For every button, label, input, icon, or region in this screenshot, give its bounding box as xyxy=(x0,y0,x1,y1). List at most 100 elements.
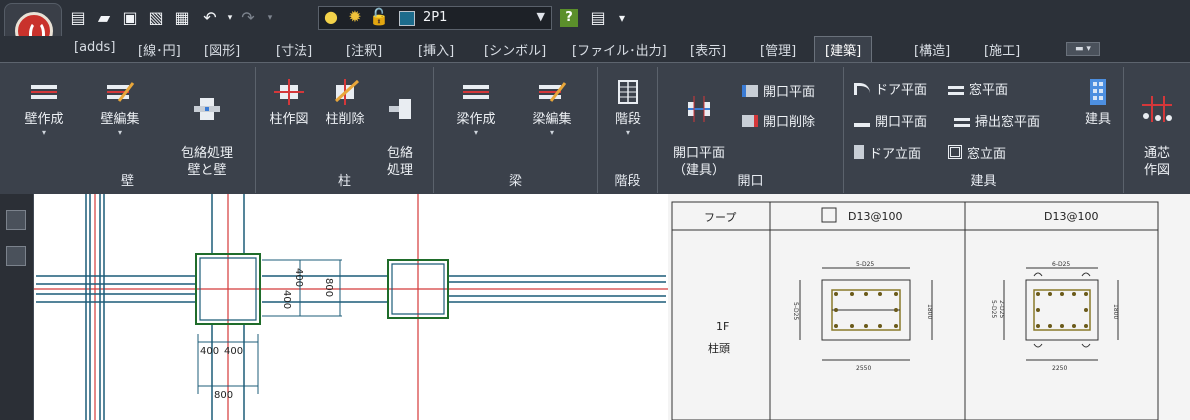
door-plan-button[interactable]: ドア平面 xyxy=(854,79,927,98)
column-envelope-icon xyxy=(385,96,415,122)
rebar-side-label-2: 5-D25 xyxy=(990,300,997,318)
group-grid: 通芯 作図 xyxy=(1124,67,1190,193)
group-column-label: 柱 xyxy=(337,174,351,189)
opening-plan-small-button[interactable]: 開口平面 xyxy=(742,81,815,100)
save-as-icon[interactable]: ▧ xyxy=(146,8,166,28)
door-elevation-button[interactable]: ドア立面 xyxy=(854,143,921,162)
grid-line-draw-button[interactable]: 通芯 作図 xyxy=(1132,79,1182,179)
lightbulb-icon[interactable]: ● xyxy=(321,7,341,27)
wall-create-label: 壁作成 xyxy=(24,112,64,127)
beam-create-label: 梁作成 xyxy=(456,112,496,127)
grid-line-draw-label: 通芯 作図 xyxy=(1143,146,1170,178)
tab-view[interactable]: [表示] xyxy=(690,40,726,59)
group-opening-label: 開口 xyxy=(737,174,764,189)
fitting-label: 建具 xyxy=(1084,112,1111,127)
window-elevation-button[interactable]: 窓立面 xyxy=(948,143,1006,162)
tab-shape[interactable]: [図形] xyxy=(204,40,240,59)
hoop-value-2: D13@100 xyxy=(1044,210,1098,223)
tab-insert[interactable]: [挿入] xyxy=(418,40,454,59)
tab-symbol[interactable]: [シンボル] xyxy=(484,40,546,59)
redo-icon: ↷ xyxy=(241,8,255,27)
layer-selector[interactable]: ● ✹ 🔓 2P1 ▼ xyxy=(318,6,552,30)
dim-400-a: 400 xyxy=(281,290,292,309)
undo-icon[interactable]: ↶ xyxy=(200,8,220,28)
rebar-top-label-2: 6-D25 xyxy=(1052,261,1070,268)
save-icon[interactable]: ▣ xyxy=(120,8,140,28)
envelope-icon xyxy=(192,96,222,122)
door-plan-icon xyxy=(854,83,870,95)
building-icon xyxy=(1083,79,1113,105)
column-delete-button[interactable]: 柱削除 xyxy=(318,79,372,128)
tab-file-output[interactable]: [ファイル･出力] xyxy=(572,40,667,59)
opening-delete-button[interactable]: 開口削除 xyxy=(742,111,815,130)
opening-plan-small-label: 開口平面 xyxy=(763,85,816,100)
tab-line-circle[interactable]: [線･円] xyxy=(138,40,181,59)
beam-edit-button[interactable]: 梁編集 ▾ xyxy=(520,79,584,138)
dim-800-h: 800 xyxy=(214,390,233,401)
width-label-2: 2250 xyxy=(1052,365,1067,372)
group-opening: 開口平面 （建具） 開口平面 開口削除 開口 xyxy=(658,67,844,193)
layer-color-swatch xyxy=(399,11,415,26)
rebar-side-label-2b: 2-D25 xyxy=(998,300,1005,318)
stairs-label: 階段 xyxy=(614,112,641,127)
tab-architecture[interactable]: [建築] xyxy=(814,36,873,64)
wall-envelope-button[interactable]: 包絡処理 壁と壁 xyxy=(164,79,250,179)
door-elevation-label: ドア立面 xyxy=(869,147,922,162)
tab-annotation[interactable]: [注釈] xyxy=(346,40,382,59)
hoop-header: フープ xyxy=(704,211,736,224)
print-icon[interactable]: ▦ xyxy=(172,8,192,28)
rebar-side-label-1: 5-D25 xyxy=(792,302,799,320)
tab-construction[interactable]: [施工] xyxy=(984,40,1020,59)
floor-label: 1F xyxy=(716,320,729,333)
tab-dimension[interactable]: [寸法] xyxy=(276,40,312,59)
ribbon-tabs: [adds] [線･円] [図形] [寸法] [注釈] [挿入] [シンボル] … xyxy=(0,36,1190,64)
ribbon-panel: 壁作成 ▾ 壁編集 ▾ 包絡処理 壁と壁 壁 柱作図 柱削除 包絡 処理 柱 梁… xyxy=(0,62,1190,194)
customize-icon[interactable]: ▾ xyxy=(612,8,632,28)
opening-plan-button[interactable]: 開口平面 （建具） xyxy=(664,79,734,179)
open-folder-icon[interactable]: ▰ xyxy=(94,8,114,28)
opening-plan-icon xyxy=(684,96,714,122)
stairs-button[interactable]: 階段 ▾ xyxy=(604,79,652,138)
stairs-icon xyxy=(613,79,643,105)
new-file-icon[interactable]: ▤ xyxy=(68,8,88,28)
window-plan-button[interactable]: 窓平面 xyxy=(948,79,1008,98)
beam-create-button[interactable]: 梁作成 ▾ xyxy=(444,79,508,138)
window-plan-icon xyxy=(948,86,964,95)
help-icon[interactable]: ? xyxy=(560,9,578,27)
wall-edit-button[interactable]: 壁編集 ▾ xyxy=(88,79,152,138)
group-wall: 壁作成 ▾ 壁編集 ▾ 包絡処理 壁と壁 壁 xyxy=(0,67,256,193)
tab-adds[interactable]: [adds] xyxy=(74,40,115,55)
beam-edit-icon xyxy=(537,79,567,105)
group-stairs: 階段 ▾ 階段 xyxy=(598,67,658,193)
dropdown-arrow-icon[interactable]: ▾ xyxy=(220,8,240,28)
tab-structure[interactable]: [構造] xyxy=(914,40,950,59)
tab-manage[interactable]: [管理] xyxy=(760,40,796,59)
lock-icon[interactable]: 🔓 xyxy=(369,7,389,27)
sweep-window-plan-label: 掃出窓平面 xyxy=(975,115,1041,130)
rebar-top-label-1: 5-D25 xyxy=(856,261,874,268)
fitting-button[interactable]: 建具 xyxy=(1076,79,1120,128)
column-draw-button[interactable]: 柱作図 xyxy=(262,79,316,128)
opening-plan-icon xyxy=(742,85,758,97)
opening-delete-label: 開口削除 xyxy=(763,115,816,130)
wall-create-button[interactable]: 壁作成 ▾ xyxy=(12,79,76,138)
door-elevation-icon xyxy=(854,145,864,159)
sweep-window-plan-button[interactable]: 掃出窓平面 xyxy=(954,111,1040,130)
chevron-down-icon[interactable]: ▼ xyxy=(537,10,545,23)
dim-400-b: 400 xyxy=(293,268,304,287)
wall-edit-icon xyxy=(105,79,135,105)
column-draw-label: 柱作図 xyxy=(269,112,309,127)
group-stairs-label: 階段 xyxy=(614,174,641,189)
opening-plan-icon xyxy=(854,123,870,127)
fitting-opening-plan-button[interactable]: 開口平面 xyxy=(854,111,927,130)
drawing-canvas[interactable]: 400 400 800 400 400 800 フープ D13@100 D13@… xyxy=(0,194,1190,420)
column-delete-label: 柱削除 xyxy=(325,112,365,127)
grid-line-icon xyxy=(1142,96,1172,122)
ribbon-display-toggle[interactable]: ▬ ▾ xyxy=(1066,42,1100,56)
wall-edit-label: 壁編集 xyxy=(100,112,140,127)
sun-icon[interactable]: ✹ xyxy=(345,7,365,27)
settings-icon[interactable]: ▤ xyxy=(588,8,608,28)
height-label-2: 1800 xyxy=(1112,304,1119,319)
group-fitting-label: 建具 xyxy=(970,174,997,189)
column-envelope-button[interactable]: 包絡 処理 xyxy=(374,79,426,179)
